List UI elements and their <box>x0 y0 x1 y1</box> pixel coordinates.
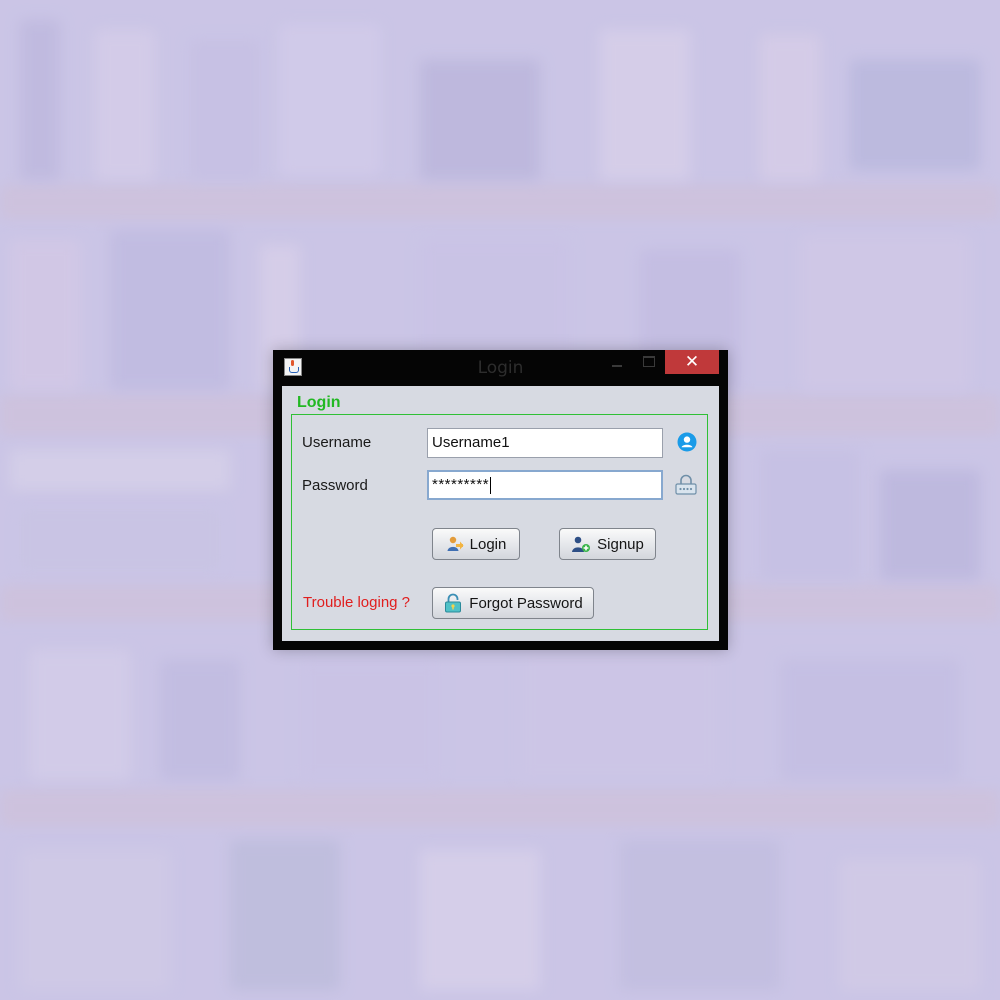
panel-title: Login <box>297 394 341 411</box>
username-label: Username <box>302 434 372 451</box>
text-caret <box>490 476 492 494</box>
close-button[interactable]: ✕ <box>665 350 719 374</box>
username-field[interactable]: Username1 <box>427 428 663 458</box>
password-value: ********* <box>432 476 490 493</box>
trouble-logging-text: Trouble loging ? <box>303 594 411 611</box>
login-button-label: Login <box>469 535 507 553</box>
signup-button[interactable]: Signup <box>559 528 656 560</box>
minimize-button[interactable] <box>605 350 631 374</box>
signup-button-label: Signup <box>597 535 644 553</box>
title-bar[interactable]: Login ✕ <box>273 350 728 384</box>
window-content: Login Username Username1 Password ******… <box>282 386 719 641</box>
add-user-icon <box>572 536 591 552</box>
forgot-password-button[interactable]: Forgot Password <box>432 587 594 619</box>
maximize-button[interactable] <box>635 350 661 374</box>
login-button[interactable]: Login <box>432 528 520 560</box>
login-user-icon <box>447 536 464 551</box>
padlock-icon <box>675 474 697 495</box>
unlock-icon <box>445 593 462 613</box>
password-label: Password <box>302 477 368 494</box>
login-window: Login ✕ Login Username Username1 Passwor… <box>273 350 728 650</box>
username-value: Username1 <box>432 434 510 451</box>
user-circle-icon <box>677 432 697 452</box>
password-field[interactable]: ********* <box>427 470 663 500</box>
forgot-password-button-label: Forgot Password <box>469 594 583 612</box>
